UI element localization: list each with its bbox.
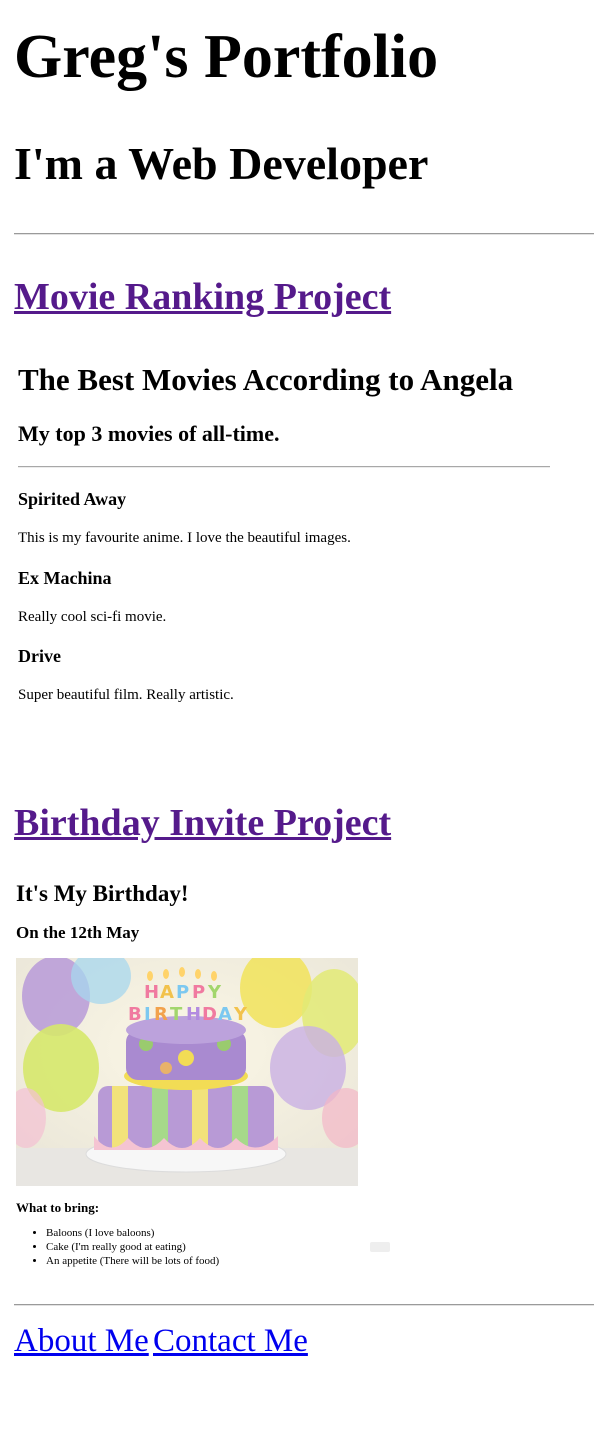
- movie-description: This is my favourite anime. I love the b…: [18, 530, 351, 546]
- embedded-widget[interactable]: [370, 1242, 390, 1252]
- svg-text:H: H: [186, 1004, 201, 1025]
- svg-text:H: H: [144, 982, 159, 1003]
- movie-description: Really cool sci-fi movie.: [18, 609, 167, 625]
- list-item: Baloons (I love baloons): [46, 1226, 219, 1240]
- svg-text:I: I: [144, 1004, 151, 1025]
- svg-text:T: T: [170, 1004, 183, 1025]
- page-subtitle: I'm a Web Developer: [14, 138, 429, 189]
- svg-text:R: R: [154, 1004, 168, 1025]
- divider-top: [14, 233, 594, 235]
- about-me-link[interactable]: About Me: [14, 1320, 149, 1362]
- birthday-invite-frame[interactable]: It's My Birthday! On the 12th May H A P …: [16, 870, 396, 1280]
- what-to-bring-label: What to bring:: [16, 1200, 100, 1215]
- svg-text:P: P: [192, 982, 205, 1003]
- svg-text:Y: Y: [207, 982, 222, 1003]
- birthday-cake-image: H A P P Y B I R T H D A Y: [16, 958, 358, 1186]
- birthday-invite-project-link[interactable]: Birthday Invite Project: [14, 800, 391, 846]
- movie-frame-title: The Best Movies According to Angela: [18, 362, 514, 397]
- movie-title: Drive: [18, 646, 61, 666]
- page-title: Greg's Portfolio: [14, 23, 439, 91]
- movie-title: Ex Machina: [18, 568, 112, 588]
- movie-frame-subtitle: My top 3 movies of all-time.: [18, 421, 280, 446]
- movie-ranking-frame[interactable]: The Best Movies According to Angela My t…: [18, 352, 558, 752]
- list-item: An appetite (There will be lots of food): [46, 1254, 219, 1268]
- movie-frame-divider: [18, 466, 550, 468]
- svg-text:P: P: [176, 982, 189, 1003]
- movie-title: Spirited Away: [18, 489, 127, 509]
- divider-bottom: [14, 1304, 594, 1306]
- svg-text:B: B: [128, 1004, 142, 1025]
- svg-text:Y: Y: [233, 1004, 248, 1025]
- contact-me-link[interactable]: Contact Me: [153, 1320, 308, 1362]
- list-item: Cake (I'm really good at eating): [46, 1240, 219, 1254]
- movie-ranking-project-link[interactable]: Movie Ranking Project: [14, 274, 391, 320]
- svg-text:D: D: [202, 1004, 217, 1025]
- birthday-frame-title: It's My Birthday!: [16, 881, 189, 906]
- svg-text:A: A: [218, 1004, 232, 1025]
- movie-description: Super beautiful film. Really artistic.: [18, 687, 234, 703]
- birthday-frame-subtitle: On the 12th May: [16, 923, 140, 942]
- svg-text:A: A: [160, 982, 174, 1003]
- bring-list: Baloons (I love baloons) Cake (I'm reall…: [16, 1226, 219, 1268]
